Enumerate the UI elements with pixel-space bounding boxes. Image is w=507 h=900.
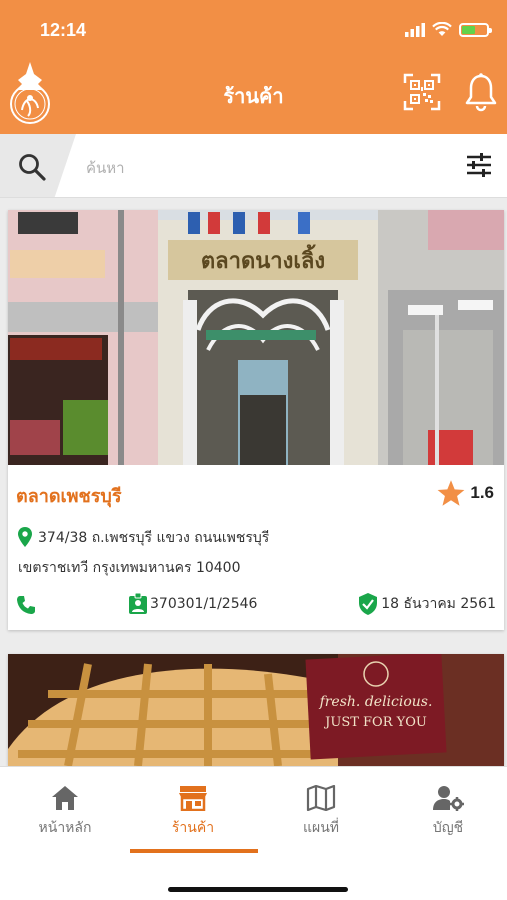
license-number: 370301/1/2546 [150, 596, 258, 612]
signal-icon [405, 22, 425, 37]
tab-home[interactable]: หน้าหลัก [2, 785, 128, 839]
status-bar: 12:14 [0, 0, 507, 56]
phone-icon[interactable] [16, 595, 36, 615]
tab-label-account: บัญชี [432, 820, 464, 836]
tab-label-map: แผนที่ [302, 820, 340, 836]
market-entrance-image: ตลาดนางเลิ้ง [8, 210, 504, 465]
wifi-icon [432, 22, 452, 36]
app-header: 12:14 ร้านค้า [0, 0, 507, 134]
verified-info: 18 ธันวาคม 2561 [358, 593, 496, 615]
qr-code-icon[interactable] [403, 73, 441, 111]
status-time: 12:14 [40, 20, 87, 40]
bottom-tab-bar: หน้าหลัก ร้านค้า แผนที่ บัญชี [0, 766, 507, 900]
tab-label-home: หน้าหลัก [38, 820, 92, 836]
shop-card[interactable]: fresh. delicious. JUST FOR YOU [8, 654, 504, 766]
search-icon[interactable] [17, 152, 47, 182]
gate-sign-text: ตลาดนางเลิ้ง [201, 244, 325, 274]
tab-map[interactable]: แผนที่ [258, 784, 384, 839]
home-indicator[interactable] [168, 887, 348, 892]
tab-shop[interactable]: ร้านค้า [130, 785, 256, 839]
waffle-shop-image: fresh. delicious. JUST FOR YOU [8, 654, 504, 766]
battery-icon [459, 22, 492, 37]
address-line-2: เขตราชเทวี กรุงเทพมหานคร 10400 [18, 560, 241, 576]
search-input[interactable]: ค้นหา [86, 156, 125, 180]
shop-rating: 1.6 [436, 479, 494, 507]
shop-meta: 370301/1/2546 18 ธันวาคม 2561 [16, 593, 496, 617]
location-pin-icon [18, 527, 32, 547]
verified-shield-icon [359, 593, 378, 615]
active-tab-indicator [130, 849, 258, 853]
search-bar[interactable]: ค้นหา [0, 134, 507, 198]
shop-info: ตลาดเพชรบุรี 1.6 374/38 ถ.เพชรบุรี แขวง … [8, 465, 504, 630]
address-line-1: 374/38 ถ.เพชรบุรี แขวง ถนนเพชรบุรี [38, 530, 270, 546]
shop-photo[interactable]: ตลาดนางเลิ้ง [8, 210, 504, 465]
shop-card[interactable]: ตลาดนางเลิ้ง ตลาดเพชรบุรี 1.6 374/38 ถ.เ… [8, 210, 504, 630]
sign-slogan-line-1: fresh. delicious. [319, 694, 433, 710]
star-icon [437, 480, 465, 506]
rating-value: 1.6 [470, 483, 494, 502]
notification-bell-icon[interactable] [463, 72, 499, 112]
filter-sliders-icon[interactable] [466, 152, 492, 178]
map-icon [306, 784, 336, 812]
shop-name[interactable]: ตลาดเพชรบุรี [16, 481, 122, 510]
shop-icon [179, 786, 207, 812]
verified-date: 18 ธันวาคม 2561 [381, 596, 496, 612]
home-icon [52, 786, 78, 810]
search-icon-area[interactable] [0, 134, 76, 197]
tab-account[interactable]: บัญชี [385, 785, 507, 839]
status-icons [405, 22, 492, 37]
license-info: 370301/1/2546 [128, 593, 257, 615]
sign-slogan-line-2: JUST FOR YOU [323, 715, 427, 730]
shop-address: 374/38 ถ.เพชรบุรี แขวง ถนนเพชรบุรี เขตรา… [18, 523, 269, 583]
id-badge-icon [129, 593, 147, 614]
account-settings-icon [433, 786, 464, 811]
tab-label-shop: ร้านค้า [171, 820, 215, 836]
